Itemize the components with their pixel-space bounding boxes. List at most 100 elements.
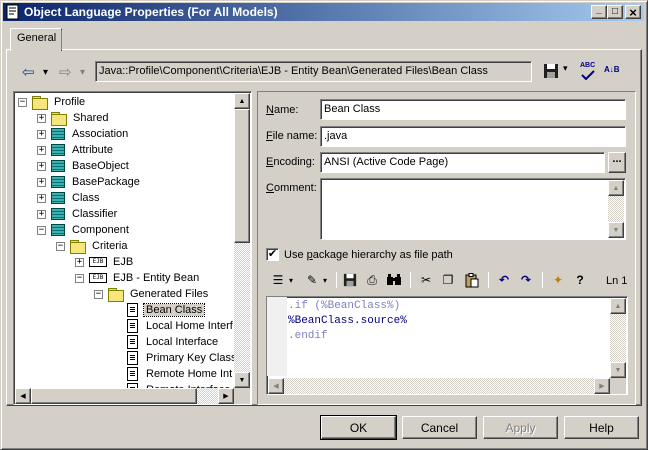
tree-item[interactable]: + Classifier [37, 206, 119, 222]
scroll-down-button[interactable]: ▼ [608, 222, 624, 238]
tree-item[interactable]: − Criteria [56, 238, 129, 254]
toolbar-separator [336, 272, 337, 288]
tree-item-label: Attribute [72, 144, 113, 156]
scroll-up-button[interactable]: ▲ [608, 180, 624, 196]
tree-item[interactable]: Bean Class [113, 302, 206, 318]
find-icon[interactable] [386, 272, 402, 288]
tree-item[interactable]: Primary Key Class [113, 350, 238, 366]
path-field[interactable]: Java::Profile\Component\Criteria\EJB - E… [95, 61, 532, 82]
expand-icon[interactable]: + [37, 209, 46, 219]
expand-icon[interactable]: + [37, 177, 46, 187]
tree-item[interactable]: − EJB EJB - Entity Bean [75, 270, 201, 286]
tree-item[interactable]: Local Interface [113, 334, 220, 350]
tree-item[interactable]: + Class [37, 190, 102, 206]
tree-view[interactable]: − Profile + Shared + Association + Attribute + Ba… [13, 91, 252, 405]
undo-icon[interactable]: ↶ [496, 272, 512, 288]
collapse-icon[interactable]: − [56, 241, 65, 251]
spell-check-button[interactable]: ABC [578, 62, 598, 80]
tree-item[interactable]: + BaseObject [37, 158, 131, 174]
scroll-down-button[interactable]: ▼ [610, 362, 626, 378]
help-button[interactable]: Help [564, 416, 639, 439]
collapse-icon[interactable]: − [94, 289, 103, 299]
tree-item[interactable]: + Association [37, 126, 130, 142]
scroll-up-button[interactable]: ▲ [234, 93, 250, 109]
tree-item[interactable]: − Component [37, 222, 131, 238]
insert-macro-icon[interactable]: ✦ [550, 272, 566, 288]
tree-item[interactable]: + Attribute [37, 142, 115, 158]
title-bar[interactable]: Object Language Properties (For All Mode… [3, 3, 644, 21]
save-button[interactable] [543, 63, 559, 79]
encoding-input[interactable]: ANSI (Active Code Page) [320, 152, 605, 173]
tree-item[interactable]: + Shared [37, 110, 110, 126]
name-input[interactable]: Bean Class [320, 99, 626, 120]
maximize-button[interactable]: □ [607, 5, 623, 19]
scroll-right-button[interactable]: ▶ [594, 378, 610, 394]
save-icon[interactable] [342, 272, 358, 288]
tree-item[interactable]: Local Home Interf [113, 318, 235, 334]
redo-icon[interactable]: ↷ [518, 272, 534, 288]
code-content[interactable]: .if (%BeanClass%) %BeanClass.source% .endi… [288, 299, 407, 344]
sort-button[interactable]: A↓B [603, 62, 623, 80]
back-button[interactable]: ⇦ [22, 62, 35, 82]
chevron-down-icon[interactable]: ▾ [320, 272, 330, 288]
expand-icon[interactable]: + [37, 145, 46, 155]
expand-icon[interactable]: + [37, 129, 46, 139]
expand-icon[interactable]: + [75, 257, 84, 267]
tree-item[interactable]: + EJB EJB [75, 254, 135, 270]
tree-item[interactable]: Remote Home Int [113, 366, 234, 382]
tree-item-label: BaseObject [72, 160, 129, 172]
save-dropdown-button[interactable]: ▾ [563, 63, 568, 74]
filename-input[interactable]: .java [320, 126, 626, 147]
tree-item[interactable]: − Profile [18, 94, 87, 110]
back-dropdown-button[interactable]: ▾ [43, 62, 48, 82]
folder-icon [70, 239, 86, 254]
scroll-thumb[interactable] [31, 388, 197, 404]
edit-icon[interactable]: ✎ [304, 272, 320, 288]
ejb-icon: EJB [89, 257, 107, 267]
forward-button[interactable]: ⇨ [59, 62, 72, 82]
comment-scrollbar[interactable]: ▲ ▼ [608, 180, 624, 238]
ok-button[interactable]: OK [320, 415, 397, 440]
collapse-icon[interactable]: − [37, 225, 46, 235]
encoding-browse-button[interactable]: ... [608, 152, 626, 173]
tree-item[interactable]: + BasePackage [37, 174, 142, 190]
close-button[interactable]: × [625, 5, 641, 19]
comment-textarea[interactable] [320, 178, 626, 240]
package-hierarchy-label[interactable]: Use package hierarchy as file path [284, 249, 453, 261]
minimize-button[interactable]: _ [591, 5, 607, 19]
metaclass-icon [51, 144, 65, 156]
scroll-left-button[interactable]: ◀ [268, 378, 284, 394]
copy-icon[interactable]: ❐ [440, 272, 456, 288]
forward-dropdown-button[interactable]: ▾ [80, 62, 85, 82]
tab-general[interactable]: General [10, 28, 62, 51]
scroll-left-button[interactable]: ◀ [15, 388, 31, 404]
editor-vertical-scrollbar[interactable]: ▲ ▼ [610, 298, 626, 378]
tree-vertical-scrollbar[interactable]: ▲ ▼ [234, 93, 250, 388]
collapse-icon[interactable]: − [75, 273, 84, 283]
scroll-down-button[interactable]: ▼ [234, 372, 250, 388]
scroll-right-button[interactable]: ▶ [218, 388, 234, 404]
collapse-icon[interactable]: − [18, 97, 27, 107]
list-icon[interactable]: ☰ [270, 272, 286, 288]
tree-item[interactable]: − Generated Files [94, 286, 210, 302]
scrollbar-corner [610, 378, 626, 394]
expand-icon[interactable]: + [37, 113, 46, 123]
help-icon[interactable]: ? [572, 272, 588, 288]
print-icon[interactable]: ⎙ [364, 272, 380, 288]
expand-icon[interactable]: + [37, 193, 46, 203]
cut-icon[interactable]: ✂ [418, 272, 434, 288]
scroll-thumb[interactable] [234, 109, 250, 243]
chevron-down-icon[interactable]: ▾ [286, 272, 296, 288]
expand-icon[interactable]: + [37, 161, 46, 171]
chevron-down-icon: ▾ [43, 66, 49, 78]
comment-label: Comment: [266, 182, 317, 194]
editor-horizontal-scrollbar[interactable]: ◀ ▶ [268, 378, 610, 394]
tree-horizontal-scrollbar[interactable]: ◀ ▶ [15, 388, 234, 404]
cancel-button[interactable]: Cancel [402, 416, 477, 439]
metaclass-icon [51, 160, 65, 172]
apply-button[interactable]: Apply [483, 416, 558, 439]
paste-icon[interactable] [464, 272, 480, 288]
scroll-up-button[interactable]: ▲ [610, 298, 626, 314]
tree-item-label: Primary Key Class [146, 352, 237, 364]
package-hierarchy-checkbox[interactable]: ✔ [266, 248, 279, 261]
